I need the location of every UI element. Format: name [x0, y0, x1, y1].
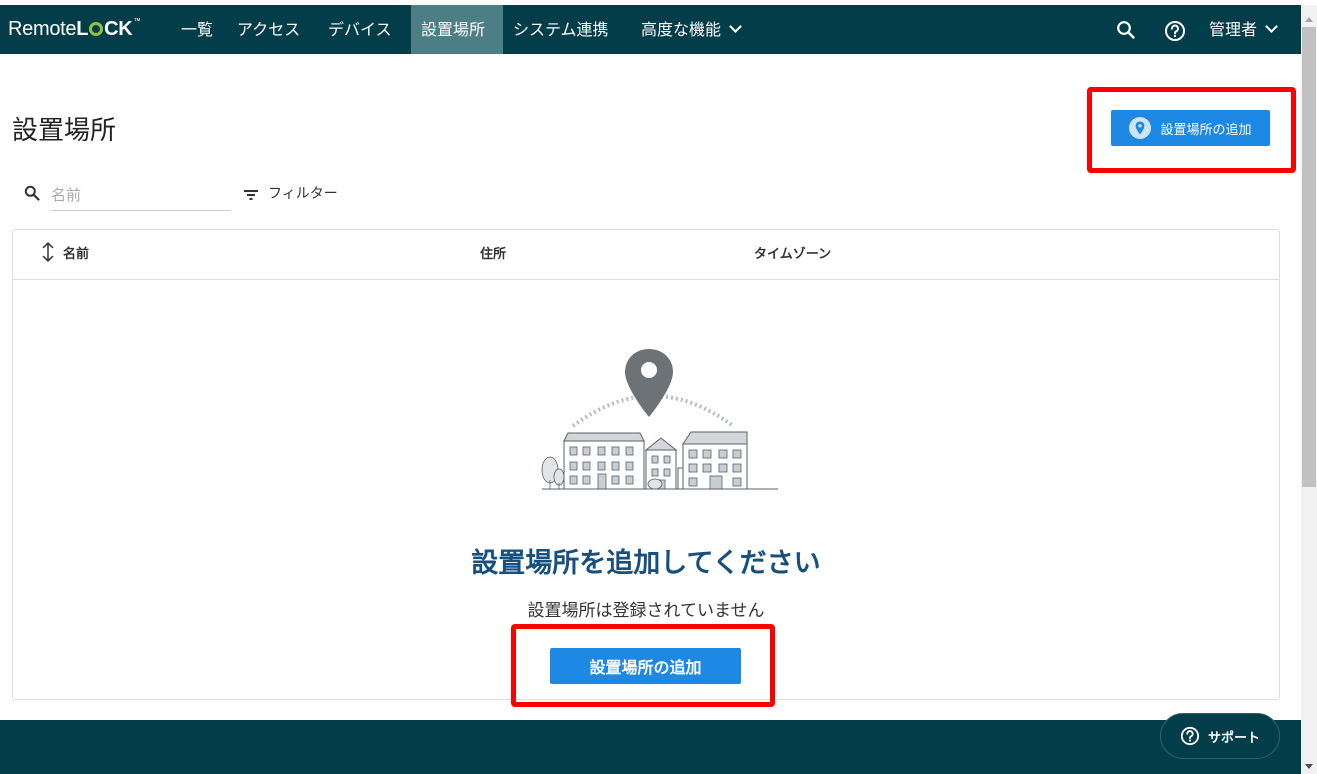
filter-icon: [244, 190, 258, 200]
search-icon[interactable]: [1116, 20, 1136, 40]
user-menu-label: 管理者: [1209, 20, 1258, 39]
column-header-name-label: 名前: [63, 247, 90, 262]
sort-icon: [42, 242, 54, 262]
nav-item-advanced[interactable]: 高度な機能: [631, 5, 750, 54]
nav-item-advanced-label: 高度な機能: [641, 20, 722, 39]
column-header-timezone: タイムゾーン: [754, 247, 832, 262]
column-header-address: 住所: [480, 247, 507, 262]
filter-button[interactable]: フィルター: [244, 184, 338, 204]
buildings-location-illustration: [541, 349, 778, 490]
scrollbar-thumb[interactable]: [1302, 27, 1316, 487]
search-icon: [24, 185, 40, 201]
footer-bar: [0, 720, 1301, 774]
add-location-button-label: 設置場所の追加: [1160, 122, 1252, 138]
add-location-empty-state-button[interactable]: 設置場所の追加: [550, 648, 741, 684]
column-header-name[interactable]: 名前: [41, 230, 89, 279]
help-icon[interactable]: [1164, 20, 1186, 42]
table-header: 名前 住所 タイムゾーン: [13, 230, 1279, 280]
nav-item-devices[interactable]: デバイス: [318, 5, 402, 54]
scroll-down-arrow-icon[interactable]: [1305, 764, 1313, 769]
page-title: 設置場所: [12, 116, 117, 146]
filter-label: フィルター: [268, 186, 338, 202]
vertical-scrollbar[interactable]: [1301, 5, 1317, 774]
chevron-down-icon: [729, 20, 742, 33]
scroll-up-arrow-icon[interactable]: [1305, 17, 1313, 22]
search-box: [24, 180, 231, 211]
chevron-down-icon: [1265, 20, 1278, 33]
user-menu[interactable]: 管理者: [1209, 5, 1278, 54]
name-search-input[interactable]: [51, 180, 231, 211]
logo-lock-ring: [89, 22, 104, 36]
nav-item-access[interactable]: アクセス: [227, 5, 310, 54]
location-pin-icon: [1129, 117, 1152, 139]
support-button-label: サポート: [1207, 730, 1260, 746]
top-navigation-bar: RemoteL CK™ 一覧 アクセス デバイス 設置場所 システム連携 高度な機…: [0, 5, 1301, 54]
add-location-button[interactable]: 設置場所の追加: [1111, 110, 1270, 146]
empty-state-subtitle: 設置場所は登録されていません: [527, 601, 765, 621]
empty-state-title: 設置場所を追加してください: [471, 548, 821, 579]
support-button[interactable]: サポート: [1160, 713, 1280, 759]
remotelock-logo[interactable]: RemoteL CK™: [8, 18, 140, 41]
nav-item-integrations[interactable]: システム連携: [503, 5, 619, 54]
nav-item-overview[interactable]: 一覧: [171, 5, 223, 54]
help-icon: [1180, 726, 1200, 746]
nav-item-locations[interactable]: 設置場所: [411, 5, 503, 54]
